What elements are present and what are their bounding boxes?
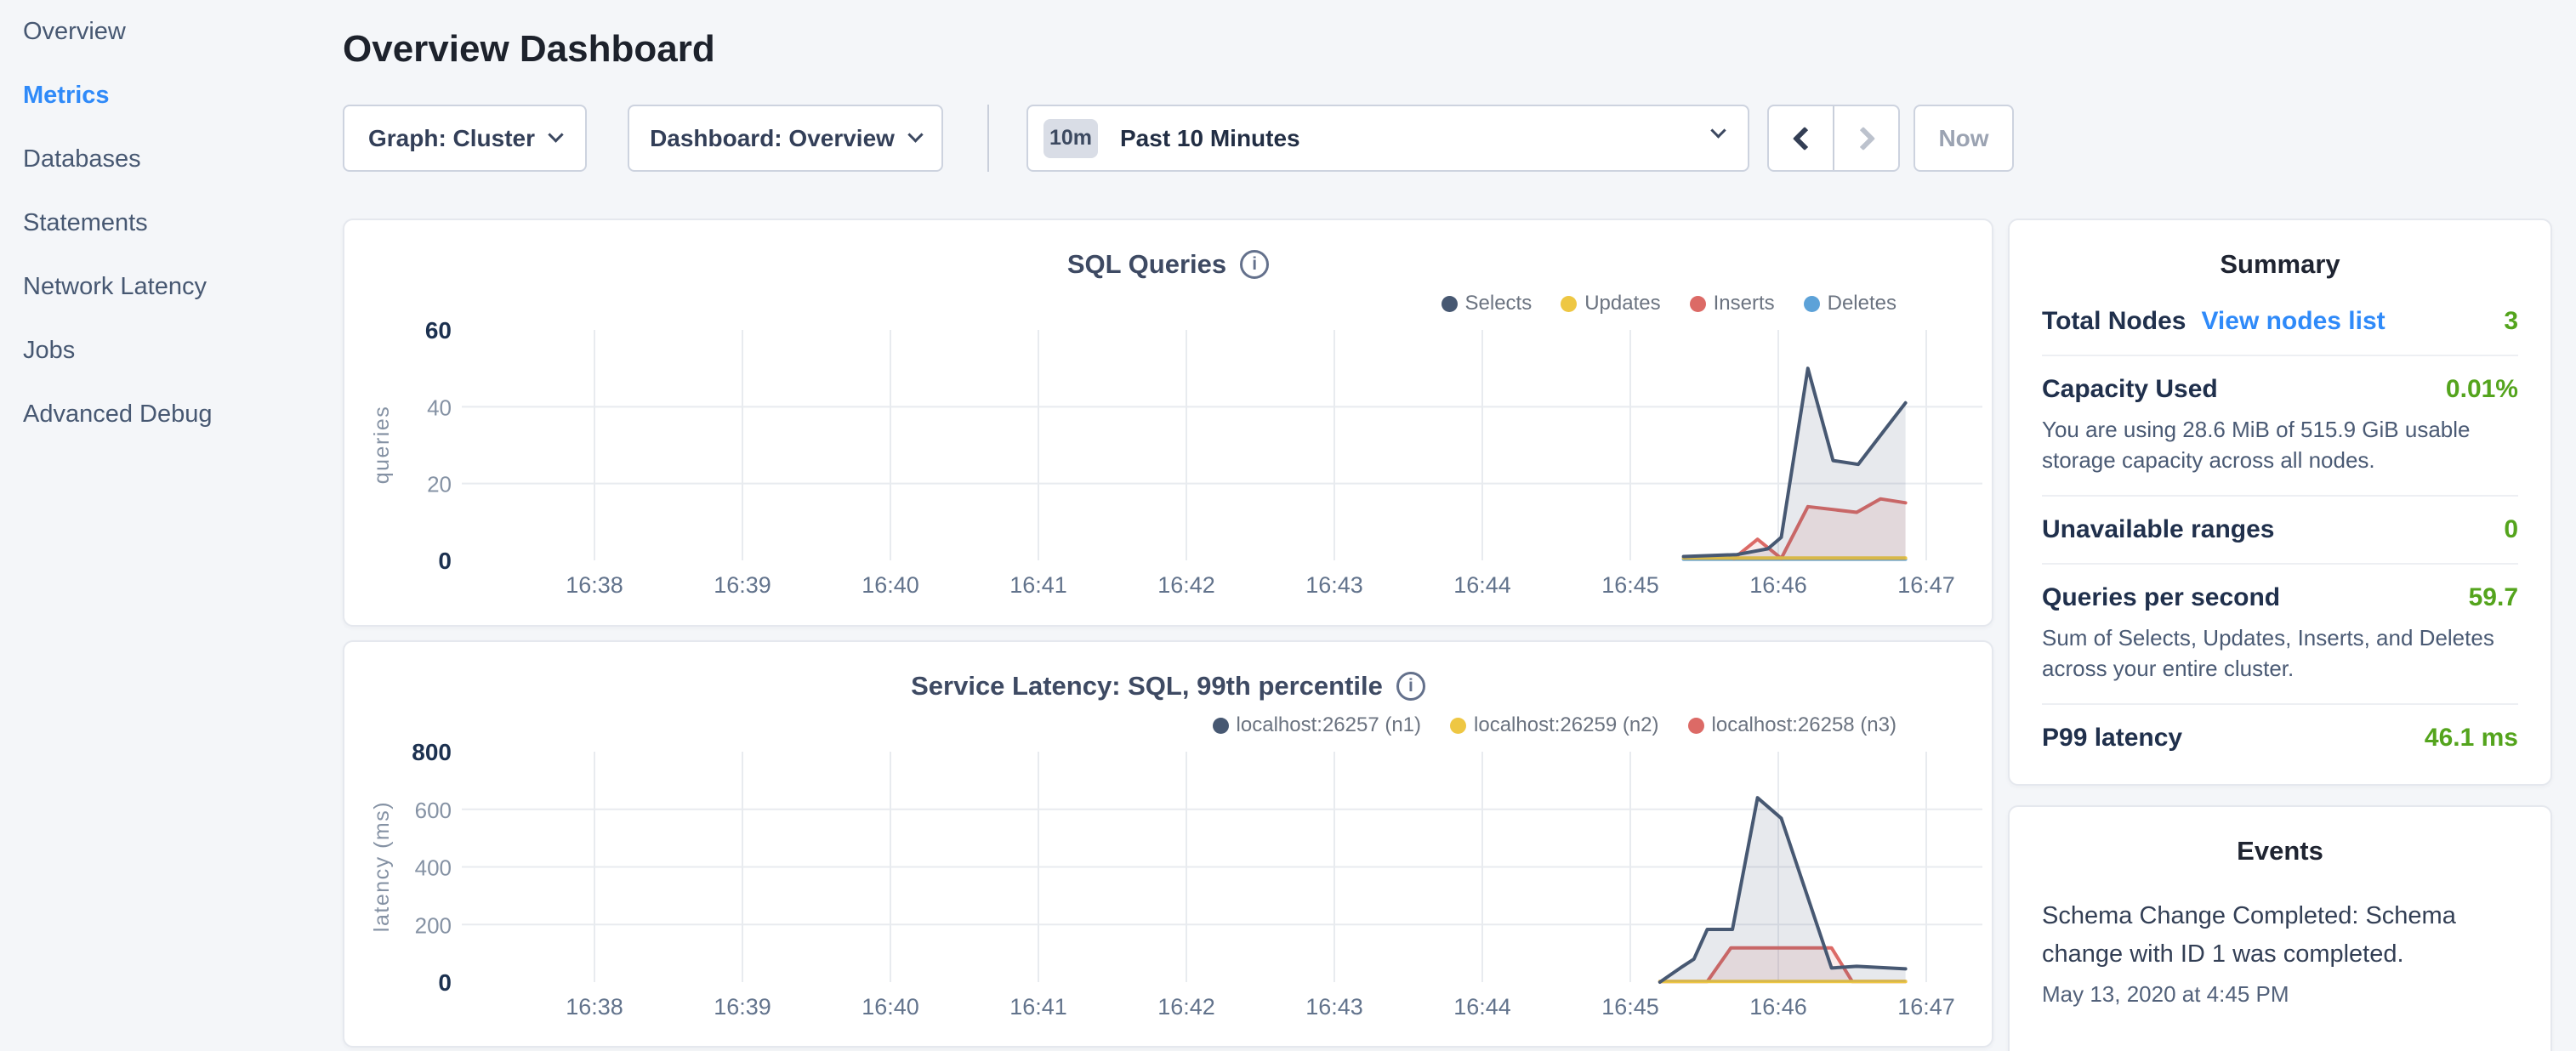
sidebar-item-jobs[interactable]: Jobs [23, 319, 343, 383]
event-timestamp: May 13, 2020 at 4:45 PM [2042, 981, 2518, 1008]
sidebar-item-network-latency[interactable]: Network Latency [23, 255, 343, 319]
y-axis-tick-label: 800 [412, 739, 452, 765]
summary-row-description: You are using 28.6 MiB of 515.9 GiB usab… [2042, 415, 2518, 476]
sidebar-item-overview[interactable]: Overview [23, 0, 343, 64]
x-axis-tick-label: 16:41 [1009, 572, 1067, 598]
x-axis-tick-label: 16:47 [1897, 994, 1955, 1020]
events-panel: Events Schema Change Completed: Schema c… [2008, 805, 2552, 1051]
x-axis-tick-label: 16:40 [862, 994, 919, 1020]
summary-row-queries-per-second: Queries per second 59.7 Sum of Selects, Up… [2042, 565, 2518, 705]
sidebar-item-statements[interactable]: Statements [23, 191, 343, 255]
x-axis-tick-label: 16:46 [1749, 994, 1807, 1020]
summary-row-label: Capacity Used [2042, 375, 2218, 404]
summary-row-label: P99 latency [2042, 724, 2182, 753]
summary-row-label: Queries per second [2042, 583, 2280, 612]
service-latency-chart[interactable]: 16:38 16:39 16:40 16:41 16:42 16:43 16:44 16:45… [344, 642, 1992, 1046]
chart-gridlines [462, 330, 1982, 560]
x-axis-tick-label: 16:46 [1749, 572, 1807, 598]
summary-panel: Summary Total Nodes View nodes list 3 Capac… [2008, 219, 2552, 786]
time-range-label: Past 10 Minutes [1120, 125, 1300, 152]
time-prev-button[interactable] [1769, 106, 1833, 170]
summary-row-label: Total Nodes [2042, 307, 2186, 336]
x-axis-tick-label: 16:44 [1453, 572, 1511, 598]
x-axis-tick-label: 16:45 [1601, 572, 1659, 598]
view-nodes-link[interactable]: View nodes list [2201, 307, 2385, 336]
y-axis-tick-label: 60 [425, 317, 452, 344]
chevron-down-icon [548, 127, 563, 142]
y-axis-tick-label: 0 [438, 969, 452, 996]
chevron-left-icon [1792, 126, 1816, 150]
x-axis-tick-label: 16:44 [1453, 994, 1511, 1020]
y-axis-tick-label: 200 [415, 912, 452, 938]
summary-row-total-nodes: Total Nodes View nodes list 3 [2042, 288, 2518, 356]
now-button[interactable]: Now [1914, 105, 2014, 172]
summary-row-head: Capacity Used 0.01% [2042, 375, 2518, 404]
sql-queries-card: SQL Queries i SelectsUpdatesInsertsDelet… [343, 219, 1993, 627]
summary-row-label: Unavailable ranges [2042, 515, 2274, 544]
x-axis-tick-label: 16:38 [566, 994, 623, 1020]
y-axis-tick-label: 400 [415, 855, 452, 881]
event-text: Schema Change Completed: Schema change w… [2042, 897, 2518, 974]
summary-row-unavailable-ranges: Unavailable ranges 0 [2042, 497, 2518, 565]
summary-row-value: 3 [2504, 307, 2518, 336]
x-axis-tick-label: 16:43 [1305, 994, 1363, 1020]
events-title: Events [2010, 807, 2550, 866]
sidebar-item-databases[interactable]: Databases [23, 128, 343, 191]
chevron-down-icon [1710, 122, 1726, 138]
sidebar-item-advanced-debug[interactable]: Advanced Debug [23, 383, 343, 446]
x-axis-tick-label: 16:40 [862, 572, 919, 598]
summary-row-description: Sum of Selects, Updates, Inserts, and De… [2042, 623, 2518, 685]
summary-row-capacity-used: Capacity Used 0.01% You are using 28.6 MiB… [2042, 356, 2518, 497]
sidebar: OverviewMetricsDatabasesStatementsNetwor… [0, 0, 343, 1051]
service-latency-card: Service Latency: SQL, 99th percentile i … [343, 640, 1993, 1048]
summary-row-p99-latency: P99 latency 46.1 ms [2042, 705, 2518, 771]
y-axis-tick-label: 0 [438, 548, 452, 574]
series-area-selects [1684, 368, 1906, 560]
x-axis-tick-label: 16:42 [1157, 994, 1215, 1020]
graph-dropdown[interactable]: Graph: Cluster [343, 105, 587, 172]
graph-dropdown-label: Graph: Cluster [368, 125, 535, 152]
x-axis-tick-label: 16:42 [1157, 572, 1215, 598]
dashboard-dropdown-label: Dashboard: Overview [650, 125, 895, 152]
event-item[interactable]: Schema Change Completed: Schema change w… [2010, 866, 2550, 1008]
x-axis-tick-label: 16:41 [1009, 994, 1067, 1020]
x-axis-tick-label: 16:45 [1601, 994, 1659, 1020]
y-axis-tick-label: 20 [427, 472, 452, 497]
time-next-button[interactable] [1833, 106, 1898, 170]
chevron-down-icon [907, 127, 923, 142]
x-axis-tick-label: 16:38 [566, 572, 623, 598]
x-axis-tick-label: 16:39 [714, 994, 771, 1020]
summary-row-value: 0 [2504, 515, 2518, 544]
x-axis-tick-label: 16:39 [714, 572, 771, 598]
x-axis-tick-label: 16:47 [1897, 572, 1955, 598]
time-range-dropdown[interactable]: 10m Past 10 Minutes [1026, 105, 1749, 172]
time-step-buttons [1767, 105, 1900, 172]
controls-divider [987, 105, 989, 172]
y-axis-unit-label: latency (ms) [370, 801, 394, 932]
summary-row-value: 46.1 ms [2425, 724, 2518, 753]
summary-row-head: Total Nodes View nodes list 3 [2042, 307, 2518, 336]
summary-row-value: 0.01% [2446, 375, 2518, 404]
summary-row-value: 59.7 [2469, 583, 2518, 612]
sidebar-item-metrics[interactable]: Metrics [23, 64, 343, 128]
y-axis-tick-label: 600 [415, 798, 452, 823]
summary-title: Summary [2010, 220, 2550, 280]
time-range-badge: 10m [1043, 119, 1098, 158]
summary-row-head: Queries per second 59.7 [2042, 583, 2518, 612]
sql-queries-chart[interactable]: 16:38 16:39 16:40 16:41 16:42 16:43 16:44 16:45… [344, 220, 1992, 625]
y-axis-unit-label: queries [370, 406, 394, 485]
x-axis-tick-label: 16:43 [1305, 572, 1363, 598]
chevron-right-icon [1851, 126, 1874, 150]
summary-row-head: P99 latency 46.1 ms [2042, 724, 2518, 753]
y-axis-tick-label: 40 [427, 395, 452, 420]
summary-row-head: Unavailable ranges 0 [2042, 515, 2518, 544]
page-title: Overview Dashboard [343, 28, 715, 71]
dashboard-dropdown[interactable]: Dashboard: Overview [628, 105, 943, 172]
